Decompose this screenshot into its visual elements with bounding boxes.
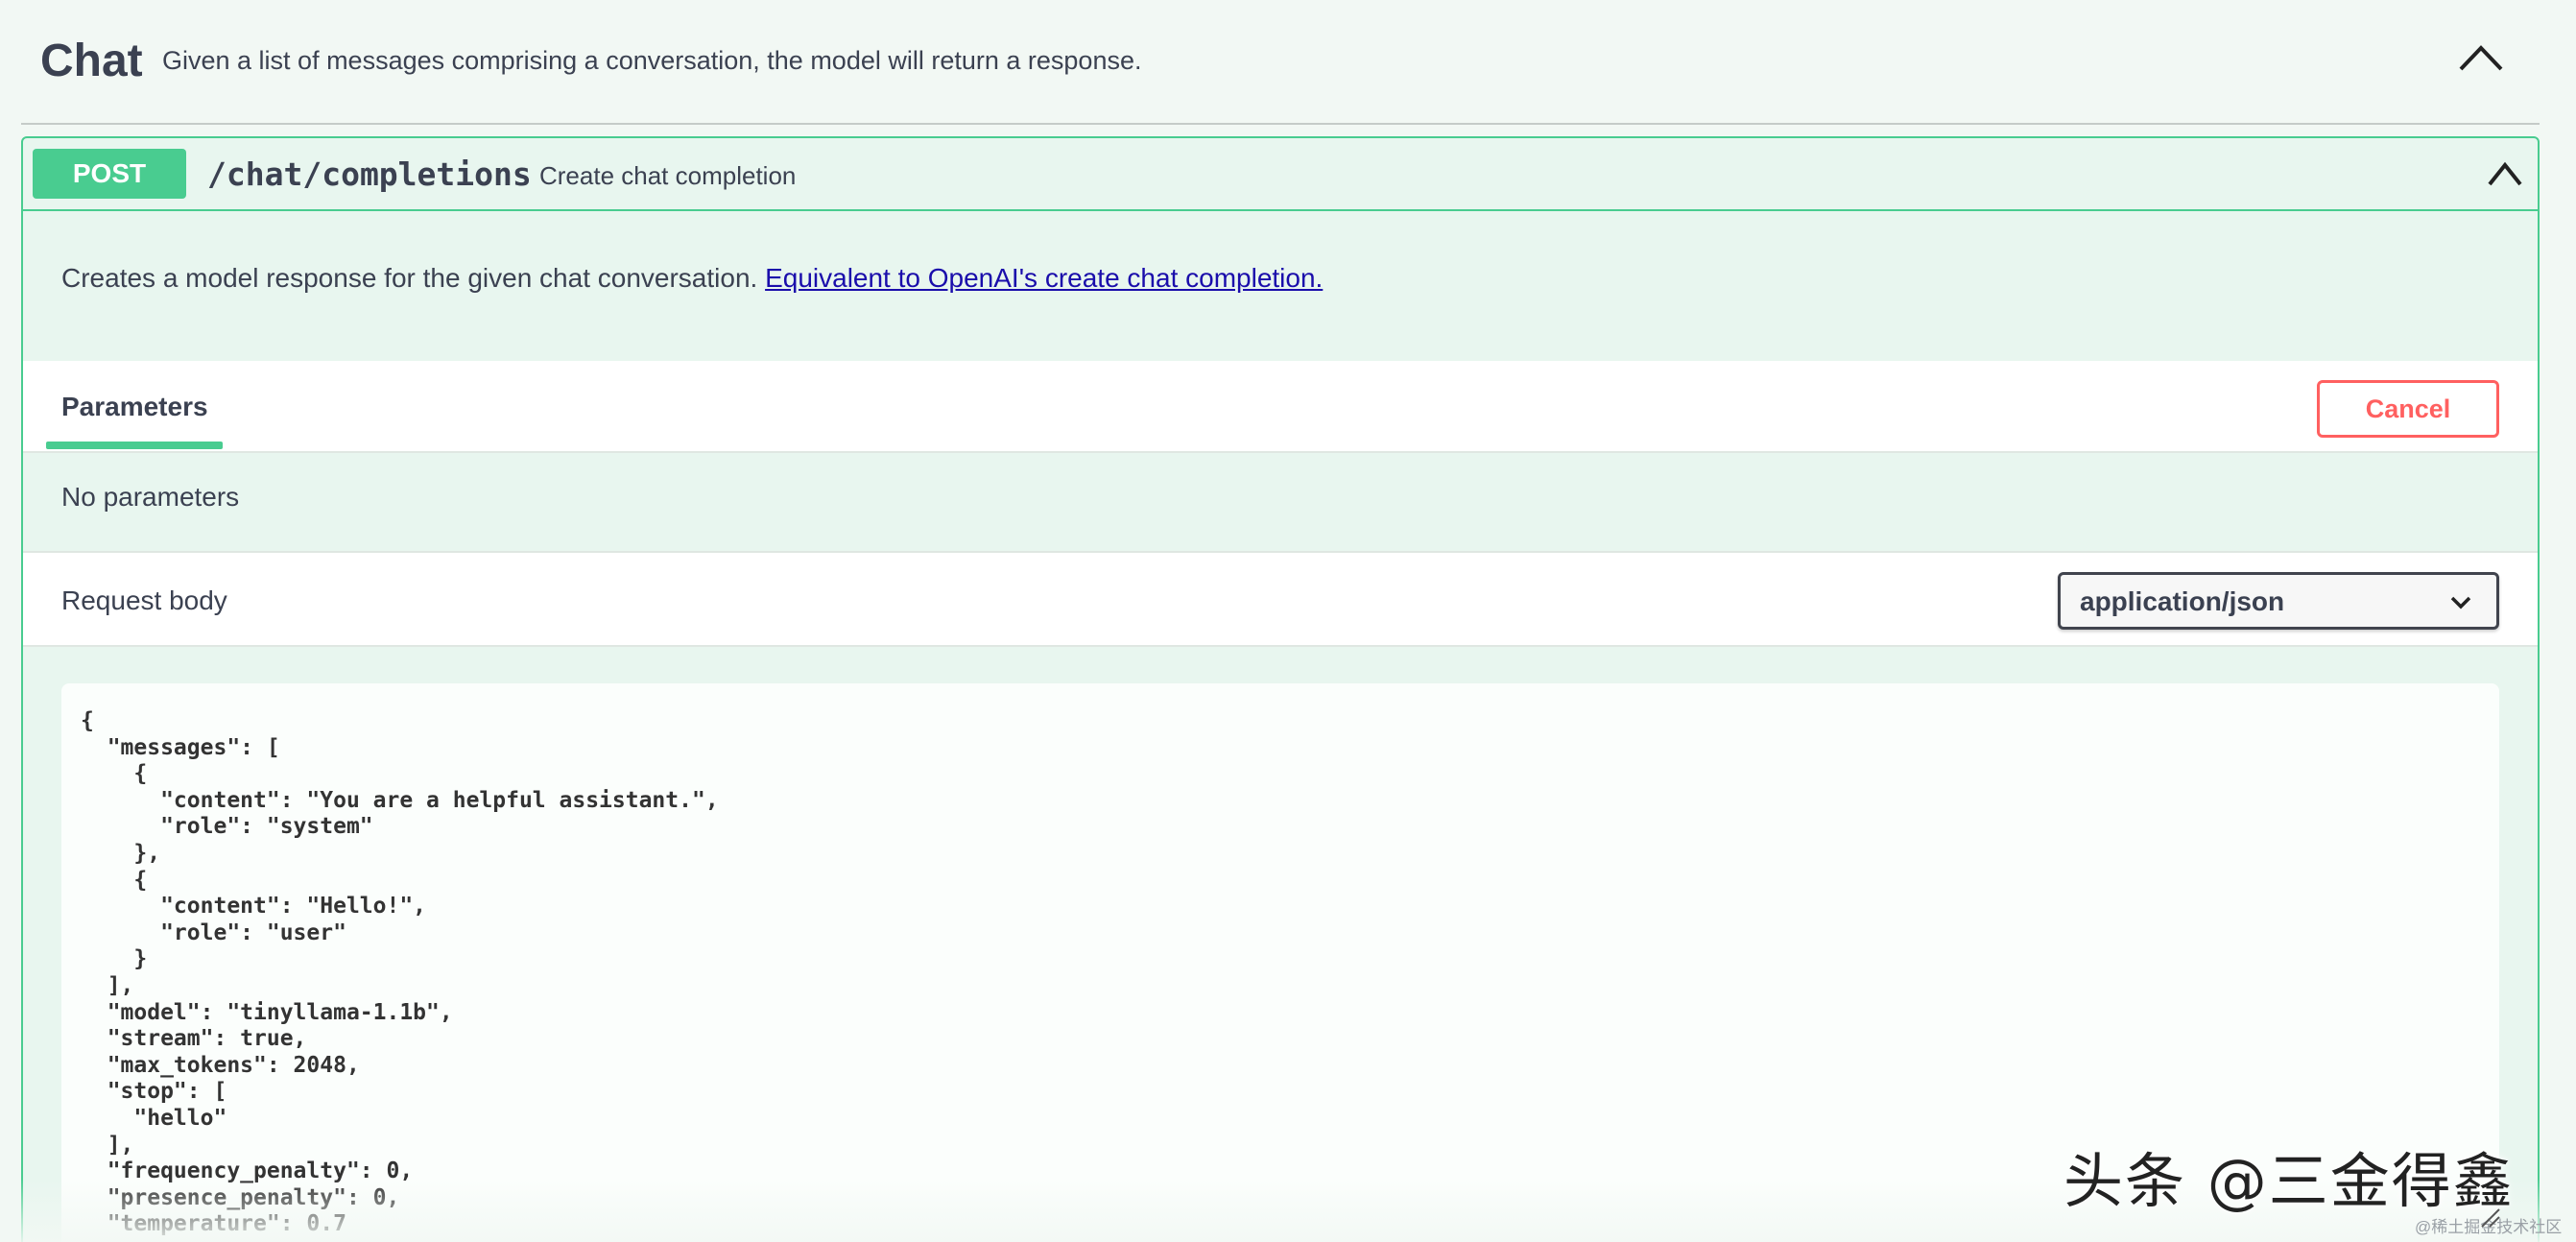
no-parameters-text: No parameters — [61, 482, 240, 512]
tab-active-indicator — [46, 442, 223, 449]
tag-section-header[interactable]: Chat Given a list of messages comprising… — [21, 0, 2540, 125]
chevron-up-icon[interactable] — [2455, 38, 2507, 77]
resize-handle-icon[interactable] — [2476, 1204, 2501, 1229]
operation-summary: Create chat completion — [539, 161, 797, 190]
request-body-header: Request body application/json — [23, 551, 2538, 647]
cancel-button[interactable]: Cancel — [2317, 380, 2499, 438]
tag-title: Chat — [40, 36, 143, 86]
tab-parameters[interactable]: Parameters — [61, 392, 208, 422]
content-type-select[interactable]: application/json — [2058, 572, 2499, 630]
method-badge: POST — [33, 149, 186, 199]
operation-path: /chat/completions — [207, 155, 532, 193]
tag-description: Given a list of messages comprising a co… — [162, 46, 1142, 75]
parameters-header: Parameters Cancel — [23, 361, 2538, 453]
openai-reference-link[interactable]: Equivalent to OpenAI's create chat compl… — [765, 263, 1323, 293]
operation-description-text: Creates a model response for the given c… — [61, 263, 758, 293]
content-type-value: application/json — [2080, 586, 2285, 616]
operation-block-post-chat-completions: POST /chat/completions Create chat compl… — [21, 136, 2540, 1242]
operation-description: Creates a model response for the given c… — [61, 263, 1323, 294]
operation-summary-bar[interactable]: POST /chat/completions Create chat compl… — [23, 138, 2538, 211]
swagger-page: Chat Given a list of messages comprising… — [0, 0, 2576, 1242]
chevron-up-icon[interactable] — [2486, 157, 2524, 190]
request-body-label: Request body — [61, 585, 227, 615]
watermark: 头条 @三金得鑫 — [2063, 1146, 2515, 1216]
chevron-down-icon — [2450, 596, 2471, 609]
